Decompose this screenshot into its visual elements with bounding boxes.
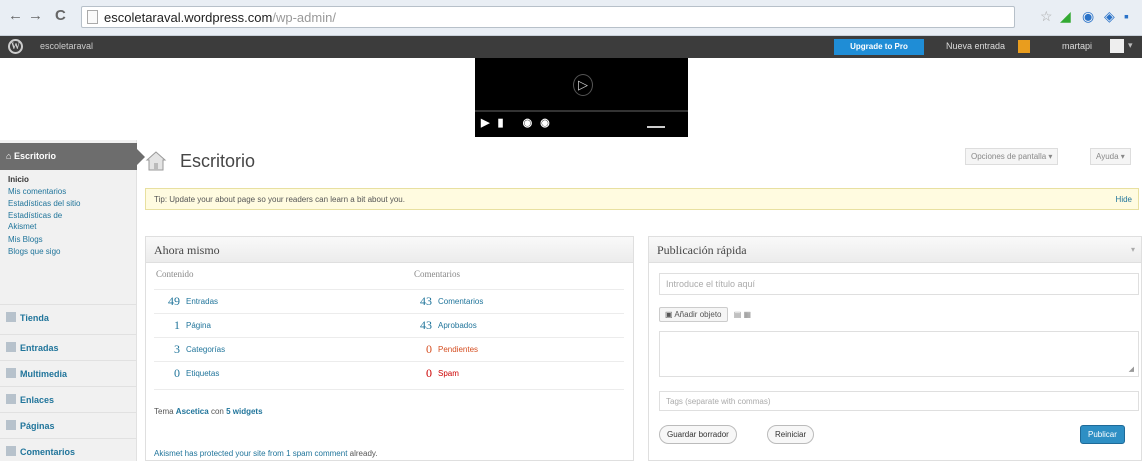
screen-options-button[interactable]: Opciones de pantalla ▾: [965, 148, 1059, 165]
page-icon: [6, 420, 16, 430]
video-progress-bar[interactable]: [475, 110, 688, 112]
count-categorias[interactable]: 3: [156, 342, 180, 357]
image-icon[interactable]: ▤ ▦: [734, 310, 751, 319]
count-entradas[interactable]: 49: [156, 294, 180, 309]
label-aprobados[interactable]: Aprobados: [438, 321, 477, 330]
video-player[interactable]: ▷ ▶▮ ◉◉: [475, 58, 688, 137]
theme-info: Tema Ascetica con 5 widgets: [154, 407, 263, 416]
dashboard-house-icon: [145, 151, 167, 171]
extension-icon[interactable]: ◈: [1104, 8, 1115, 25]
sidebar-sub-inicio[interactable]: Inicio: [8, 174, 29, 185]
label-comentarios[interactable]: Comentarios: [438, 297, 483, 306]
content-header: Contenido: [156, 269, 194, 279]
eye-icon[interactable]: ◉: [1082, 8, 1094, 25]
hide-link[interactable]: Hide: [1116, 195, 1132, 204]
spam-comment-link[interactable]: 1 spam comment: [286, 449, 347, 458]
tip-text: Tip: Update your about page so your read…: [154, 195, 405, 204]
address-bar[interactable]: escoletaraval.wordpress.com/wp-admin/: [81, 6, 1015, 28]
avatar[interactable]: [1110, 39, 1124, 53]
count-aprobados[interactable]: 43: [408, 318, 432, 333]
widget-title[interactable]: Ahora mismo: [146, 237, 633, 263]
star-icon[interactable]: ☆: [1040, 8, 1053, 25]
media-icon: ▣: [665, 310, 675, 319]
sidebar-sub-estadisticas-akismet[interactable]: Estadísticas de: [8, 210, 62, 221]
label-etiquetas[interactable]: Etiquetas: [186, 369, 219, 378]
theme-link[interactable]: Ascetica: [176, 407, 209, 416]
sidebar-item-entradas[interactable]: Entradas: [0, 334, 137, 358]
add-media-button[interactable]: ▣ Añadir objeto: [659, 307, 728, 322]
count-comentarios[interactable]: 43: [408, 294, 432, 309]
widget-title[interactable]: Publicación rápida: [649, 237, 1141, 263]
right-now-widget: Ahora mismo Contenido Comentarios 49 Ent…: [145, 236, 634, 461]
browser-chrome: ← → C escoletaraval.wordpress.com/wp-adm…: [0, 0, 1142, 36]
media-toolbar: ▣ Añadir objeto ▤ ▦: [659, 307, 751, 322]
label-pagina[interactable]: Página: [186, 321, 211, 330]
save-draft-button[interactable]: Guardar borrador: [659, 425, 737, 444]
new-post-link[interactable]: Nueva entrada: [946, 41, 1005, 51]
sidebar-item-tienda[interactable]: Tienda: [0, 304, 137, 328]
post-title-input[interactable]: Introduce el título aquí: [659, 273, 1139, 295]
sidebar-item-escritorio[interactable]: ⌂ Escritorio: [0, 143, 145, 170]
sidebar-sub-mis-comentarios[interactable]: Mis comentarios: [8, 186, 66, 197]
label-entradas[interactable]: Entradas: [186, 297, 218, 306]
sidebar-sub-estadisticas[interactable]: Estadísticas del sitio: [8, 198, 80, 209]
comments-header: Comentarios: [414, 269, 460, 279]
sidebar-item-paginas[interactable]: Páginas: [0, 412, 137, 436]
volume-icon[interactable]: [647, 118, 665, 128]
extension-icon-2[interactable]: ▪: [1124, 8, 1129, 24]
comment-icon: [6, 446, 16, 456]
page-icon: [87, 10, 98, 24]
sidebar-sub-blogs-que-sigo[interactable]: Blogs que sigo: [8, 246, 60, 257]
count-pendientes[interactable]: 0: [408, 342, 432, 357]
tip-notice: Tip: Update your about page so your read…: [145, 188, 1139, 210]
divider: [154, 361, 624, 362]
signal-icon[interactable]: ◢: [1060, 8, 1071, 25]
akismet-link[interactable]: Akismet has protected your site from: [154, 449, 284, 458]
count-etiquetas[interactable]: 0: [156, 366, 180, 381]
chevron-down-icon[interactable]: ▾: [1128, 40, 1133, 51]
divider: [154, 313, 624, 314]
post-content-textarea[interactable]: ◢: [659, 331, 1139, 377]
sidebar-sub-mis-blogs[interactable]: Mis Blogs: [8, 234, 43, 245]
quick-press-widget: Publicación rápida ▾ Introduce el título…: [648, 236, 1142, 461]
count-spam[interactable]: 0: [408, 366, 432, 381]
help-button[interactable]: Ayuda ▾: [1090, 148, 1131, 165]
resize-handle-icon[interactable]: ◢: [1129, 365, 1134, 373]
pin-icon: [6, 342, 16, 352]
divider: [154, 337, 624, 338]
count-pagina[interactable]: 1: [156, 318, 180, 333]
label-categorias[interactable]: Categorías: [186, 345, 225, 354]
back-button[interactable]: ←: [8, 7, 23, 24]
label-pendientes[interactable]: Pendientes: [438, 345, 478, 354]
tags-input[interactable]: Tags (separate with commas): [659, 391, 1139, 411]
forward-button[interactable]: →: [28, 7, 43, 24]
widgets-link[interactable]: 5 widgets: [226, 407, 262, 416]
akismet-info: Akismet has protected your site from 1 s…: [154, 449, 378, 458]
site-name-link[interactable]: escoletaraval: [40, 41, 93, 51]
sidebar-item-enlaces[interactable]: Enlaces: [0, 386, 137, 410]
divider: [154, 289, 624, 290]
label-spam[interactable]: Spam: [438, 369, 459, 378]
video-controls[interactable]: ▶▮ ◉◉: [481, 116, 558, 129]
user-link[interactable]: martapi: [1062, 41, 1092, 51]
divider: [154, 389, 624, 390]
sidebar-item-comentarios[interactable]: Comentarios: [0, 438, 137, 462]
widget-toggle-icon[interactable]: ▾: [1131, 245, 1135, 254]
sidebar-item-multimedia[interactable]: Multimedia: [0, 360, 137, 384]
reload-button[interactable]: C: [55, 7, 66, 24]
media-icon: [6, 368, 16, 378]
play-icon[interactable]: ▷: [573, 74, 593, 96]
store-icon: [6, 312, 16, 322]
reset-button[interactable]: Reiniciar: [767, 425, 815, 444]
notifications-icon[interactable]: [1018, 40, 1030, 53]
page-title: Escritorio: [180, 151, 256, 171]
dashboard-icon: ⌂: [6, 151, 14, 161]
wordpress-logo-icon[interactable]: W: [8, 39, 23, 54]
sidebar-sub-akismet[interactable]: Akismet: [8, 221, 36, 232]
admin-bar: W escoletaraval Upgrade to Pro Nueva ent…: [0, 36, 1142, 58]
upgrade-button[interactable]: Upgrade to Pro: [834, 39, 924, 55]
publish-button[interactable]: Publicar: [1080, 425, 1125, 444]
link-icon: [6, 394, 16, 404]
url-text: escoletaraval.wordpress.com/wp-admin/: [104, 10, 336, 25]
